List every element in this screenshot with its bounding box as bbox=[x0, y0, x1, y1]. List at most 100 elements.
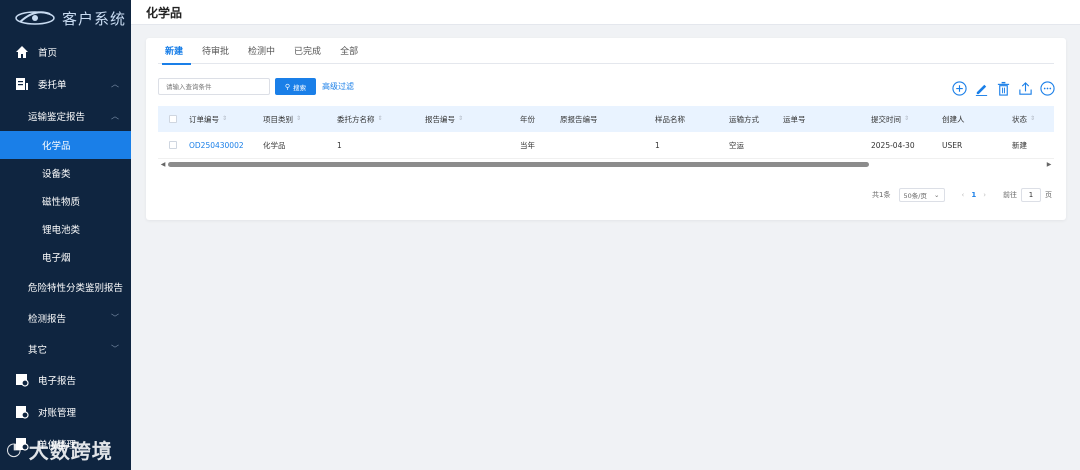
watermark-text: 大数跨境 bbox=[28, 439, 113, 463]
sidebar-item-chemicals[interactable]: 化学品 bbox=[0, 131, 131, 159]
sidebar-item-lithium[interactable]: 锂电池类 bbox=[0, 215, 131, 243]
company-logo-icon bbox=[15, 11, 55, 25]
advanced-filter-link[interactable]: 高级过滤 bbox=[322, 81, 354, 92]
column-header[interactable]: 提交时间 ⇕ bbox=[866, 114, 937, 125]
sidebar-item-label: 电子烟 bbox=[42, 253, 71, 264]
sidebar-item-transport-report[interactable]: 运输鉴定报告 ︿ bbox=[0, 100, 131, 131]
column-header: 运单号 bbox=[783, 114, 806, 124]
pagination: 共1条 50条/页 ⌄ ‹ 1 › 前往 页 bbox=[872, 188, 1052, 202]
tab-completed[interactable]: 已完成 bbox=[287, 46, 333, 64]
sidebar-item-commission[interactable]: 委托单 ︿ bbox=[0, 68, 131, 100]
sidebar-item-label: 电子报告 bbox=[38, 376, 77, 387]
page-size-select[interactable]: 50条/页 ⌄ bbox=[898, 188, 945, 202]
sidebar-item-label: 首页 bbox=[38, 48, 58, 59]
edit-icon[interactable] bbox=[972, 79, 990, 97]
page-unit-label: 页 bbox=[1045, 191, 1052, 199]
document-icon bbox=[14, 76, 30, 92]
goto-label: 前往 bbox=[1003, 191, 1017, 199]
ledger-icon bbox=[14, 404, 30, 420]
sort-icon: ⇕ bbox=[1030, 115, 1036, 122]
chevron-down-icon: ⌄ bbox=[934, 191, 940, 199]
search-button[interactable]: ⚲ 搜索 bbox=[275, 78, 316, 95]
brand: 客户系统 bbox=[0, 0, 131, 36]
column-header: 创建人 bbox=[942, 114, 965, 124]
order-number-link[interactable]: OD250430002 bbox=[189, 141, 244, 150]
upload-icon[interactable] bbox=[1016, 79, 1034, 97]
goto-page-input[interactable] bbox=[1021, 188, 1041, 202]
page-number[interactable]: 1 bbox=[971, 191, 976, 199]
home-icon bbox=[14, 44, 30, 60]
sidebar-item-label: 检测报告 bbox=[28, 313, 67, 325]
prev-page-icon[interactable]: ‹ bbox=[962, 191, 965, 199]
scroll-track[interactable] bbox=[168, 161, 1044, 167]
table-cell: 当年 bbox=[520, 140, 535, 150]
page-header: 化学品 bbox=[131, 0, 1080, 25]
column-header[interactable]: 订单编号 ⇕ bbox=[184, 114, 258, 125]
sidebar-item-e-report[interactable]: 电子报告 bbox=[0, 364, 131, 396]
column-header[interactable]: 报告编号 ⇕ bbox=[420, 114, 515, 125]
content-card: 新建 待审批 检测中 已完成 全部 ⚲ 搜索 高级过滤 bbox=[146, 38, 1066, 220]
column-header[interactable]: 状态 ⇕ bbox=[1007, 114, 1054, 125]
column-header: 原报告编号 bbox=[560, 114, 598, 124]
search-icon: ⚲ bbox=[284, 82, 291, 91]
table-cell: 2025-04-30 bbox=[871, 140, 915, 150]
sort-icon: ⇕ bbox=[377, 115, 383, 122]
sidebar-item-hazard[interactable]: 危险特性分类鉴别报告 bbox=[0, 271, 131, 302]
sidebar-item-label: 运输鉴定报告 bbox=[28, 111, 86, 123]
tab-all[interactable]: 全部 bbox=[333, 46, 370, 64]
sidebar-item-reconcile[interactable]: 对账管理 bbox=[0, 396, 131, 428]
table-cell: 1 bbox=[337, 140, 342, 150]
sidebar-item-ecig[interactable]: 电子烟 bbox=[0, 243, 131, 271]
tab-testing[interactable]: 检测中 bbox=[241, 46, 287, 64]
scroll-thumb[interactable] bbox=[168, 161, 869, 167]
sidebar-item-magnetic[interactable]: 磁性物质 bbox=[0, 187, 131, 215]
more-icon[interactable] bbox=[1038, 79, 1056, 97]
column-header: 年份 bbox=[520, 114, 535, 124]
column-header: 样品名称 bbox=[655, 114, 685, 124]
sidebar-item-label: 其它 bbox=[28, 344, 48, 356]
table-cell: 新建 bbox=[1012, 140, 1027, 150]
table-cell: 空运 bbox=[729, 140, 744, 150]
sidebar-item-home[interactable]: 首页 bbox=[0, 36, 131, 68]
sidebar-item-label: 危险特性分类鉴别报告 bbox=[28, 282, 124, 294]
sort-icon: ⇕ bbox=[222, 115, 228, 122]
table-cell: 1 bbox=[655, 140, 660, 150]
sort-icon: ⇕ bbox=[904, 115, 910, 122]
column-header[interactable]: 项目类别 ⇕ bbox=[258, 114, 332, 125]
table-cell: USER bbox=[942, 140, 963, 150]
search-row: ⚲ 搜索 高级过滤 bbox=[158, 78, 354, 95]
row-checkbox[interactable] bbox=[169, 141, 177, 149]
sidebar-item-label: 化学品 bbox=[42, 141, 71, 152]
page-title: 化学品 bbox=[146, 5, 183, 20]
tab-new[interactable]: 新建 bbox=[158, 46, 195, 65]
order-number-cell: OD250430002 bbox=[184, 141, 258, 150]
sidebar-item-label: 设备类 bbox=[42, 169, 71, 180]
report-icon bbox=[14, 372, 30, 388]
select-all-cell bbox=[158, 115, 184, 123]
chevron-up-icon: ︿ bbox=[111, 79, 119, 89]
sidebar-item-other[interactable]: 其它 ﹀ bbox=[0, 333, 131, 364]
table-header: 订单编号 ⇕ 项目类别 ⇕ 委托方名称 ⇕ 报告编号 ⇕ 年份 原报告编号 样品名称 运… bbox=[158, 106, 1054, 132]
sort-icon: ⇕ bbox=[296, 115, 302, 122]
sidebar-item-testing[interactable]: 检测报告 ﹀ bbox=[0, 302, 131, 333]
horizontal-scrollbar[interactable]: ◀ ▶ bbox=[158, 160, 1054, 168]
toolbar bbox=[946, 79, 1056, 97]
row-select-cell bbox=[158, 141, 184, 149]
sidebar-item-label: 对账管理 bbox=[38, 408, 77, 419]
delete-icon[interactable] bbox=[994, 79, 1012, 97]
total-count: 共1条 bbox=[872, 191, 891, 199]
add-circle-icon[interactable] bbox=[950, 79, 968, 97]
select-all-checkbox[interactable] bbox=[169, 115, 177, 123]
sidebar-item-equipment[interactable]: 设备类 bbox=[0, 159, 131, 187]
page-size-value: 50条/页 bbox=[903, 192, 927, 200]
column-header: 运输方式 bbox=[729, 114, 759, 124]
tab-pending[interactable]: 待审批 bbox=[195, 46, 241, 64]
scroll-right-icon[interactable]: ▶ bbox=[1044, 161, 1054, 168]
next-page-icon[interactable]: › bbox=[983, 191, 986, 199]
search-input[interactable] bbox=[158, 78, 270, 95]
chevron-down-icon: ﹀ bbox=[111, 344, 119, 353]
table-row[interactable]: OD250430002 化学品 1 当年 1 空运 2025-04-30 USE… bbox=[158, 132, 1054, 159]
column-header[interactable]: 委托方名称 ⇕ bbox=[332, 114, 420, 125]
scroll-left-icon[interactable]: ◀ bbox=[158, 161, 168, 168]
search-button-label: 搜索 bbox=[293, 83, 307, 92]
